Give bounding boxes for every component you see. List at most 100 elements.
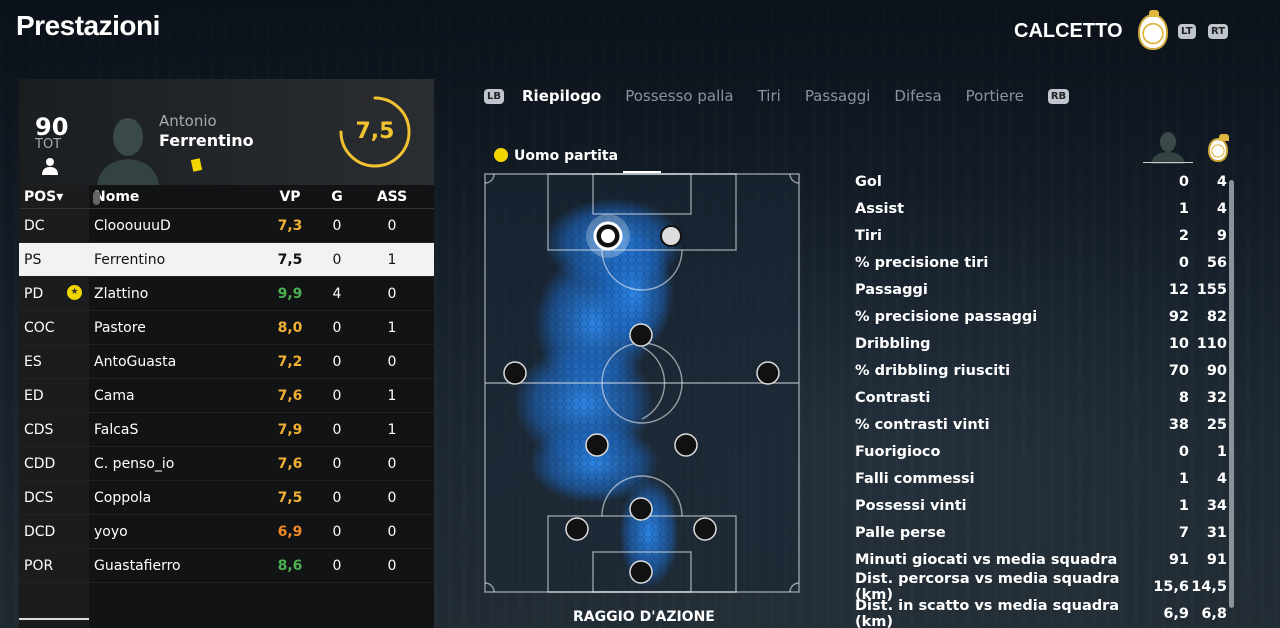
row-g: 0 bbox=[332, 455, 342, 472]
row-name-text: AntoGuasta bbox=[94, 353, 177, 370]
table-row[interactable]: PS Ferrentino 7,5 0 1 bbox=[19, 243, 434, 277]
stat-team-value: 82 bbox=[1206, 308, 1227, 325]
tab-passaggi[interactable]: Passaggi bbox=[805, 87, 871, 105]
stat-player-value: 12 bbox=[1168, 281, 1189, 298]
row-ass: 0 bbox=[387, 523, 397, 540]
row-vp: 7,6 bbox=[277, 455, 303, 472]
table-row[interactable]: CDS FalcaS 7,9 0 1 bbox=[19, 413, 434, 447]
row-ass: 0 bbox=[387, 353, 397, 370]
stat-player-value: 92 bbox=[1168, 308, 1189, 325]
table-row[interactable]: ES AntoGuasta 7,2 0 0 bbox=[19, 345, 434, 379]
stat-player-value: 0 bbox=[1178, 173, 1189, 190]
lb-button-hint[interactable]: LB bbox=[484, 88, 504, 104]
stat-label: % precisione passaggi bbox=[855, 308, 1038, 325]
row-g: 0 bbox=[332, 319, 342, 336]
stat-row: Dribbling 10 110 bbox=[855, 330, 1227, 357]
row-name-text: FalcaS bbox=[94, 421, 139, 438]
lt-button-hint[interactable]: LT bbox=[1178, 24, 1196, 39]
row-g: 0 bbox=[332, 387, 342, 404]
players-table: POS▾ Nome VP G ASS DC ClooouuuD 7,3 0 0 PS Fer… bbox=[19, 185, 434, 583]
row-vp: 7,5 bbox=[277, 251, 303, 268]
rt-button-hint[interactable]: RT bbox=[1208, 24, 1229, 39]
row-name-text: Coppola bbox=[94, 489, 152, 506]
stats-tabs: LB Riepilogo Possesso palla Tiri Passagg… bbox=[484, 87, 1070, 105]
tab-portiere[interactable]: Portiere bbox=[966, 87, 1024, 105]
stat-player-value: 0 bbox=[1178, 443, 1189, 460]
stat-team-value: 14,5 bbox=[1191, 578, 1227, 595]
player-silhouette-icon bbox=[97, 118, 159, 185]
stat-row: Assist 1 4 bbox=[855, 195, 1227, 222]
stat-row: Passaggi 12 155 bbox=[855, 276, 1227, 303]
stats-scrollbar[interactable] bbox=[1229, 180, 1234, 608]
stat-player-value: 1 bbox=[1178, 200, 1189, 217]
stat-team-value: 155 bbox=[1196, 281, 1227, 298]
row-g: 0 bbox=[332, 421, 342, 438]
stat-player-value: 0 bbox=[1178, 254, 1189, 271]
table-row[interactable]: DCD yoyo 6,9 0 0 bbox=[19, 515, 434, 549]
row-pos: POR bbox=[24, 557, 54, 574]
row-g: 0 bbox=[332, 523, 342, 540]
stat-team-value: 4 bbox=[1216, 200, 1227, 217]
name-header: Nome bbox=[94, 188, 140, 205]
table-row[interactable]: POR Guastafierro 8,6 0 0 bbox=[19, 549, 434, 583]
stat-label: Possessi vinti bbox=[855, 497, 967, 514]
stat-label: Assist bbox=[855, 200, 905, 217]
row-pos: CDD bbox=[24, 455, 56, 472]
table-row[interactable]: DC ClooouuuD 7,3 0 0 bbox=[19, 209, 434, 243]
table-row[interactable]: CDD C. penso_io 7,6 0 0 bbox=[19, 447, 434, 481]
row-name: C. penso_io bbox=[89, 456, 265, 472]
motm-label: Uomo partita bbox=[494, 148, 618, 164]
stat-player-value: 8 bbox=[1178, 389, 1189, 406]
stat-team-value: 4 bbox=[1216, 173, 1227, 190]
row-vp: 7,5 bbox=[277, 489, 303, 506]
stat-player-value: 70 bbox=[1168, 362, 1189, 379]
row-ass: 1 bbox=[387, 421, 397, 438]
stat-row: Dist. in scatto vs media squadra (km) 6,9… bbox=[855, 597, 1227, 628]
row-ass: 1 bbox=[387, 251, 397, 268]
row-pos: DC bbox=[24, 217, 45, 234]
row-name: Coppola bbox=[89, 490, 265, 506]
stat-player-value: 7 bbox=[1178, 524, 1189, 541]
player-list-panel: 90 TOT Antonio Ferrentino 7,5 POS▾ Nome … bbox=[19, 79, 434, 628]
stat-row: Fuorigioco 0 1 bbox=[855, 438, 1227, 465]
table-header: POS▾ Nome VP G ASS bbox=[19, 185, 434, 209]
page-title: Prestazioni bbox=[16, 10, 160, 41]
stat-team-value: 90 bbox=[1206, 362, 1227, 379]
player-column-icon bbox=[1151, 132, 1185, 164]
row-name: Ferrentino bbox=[89, 252, 265, 268]
table-row[interactable]: PD ★ Zlattino 9,9 4 0 bbox=[19, 277, 434, 311]
list-scrollbar[interactable] bbox=[93, 191, 100, 205]
stat-label: Contrasti bbox=[855, 389, 931, 406]
player-first-name: Antonio bbox=[159, 112, 217, 130]
stat-row: Possessi vinti 1 34 bbox=[855, 492, 1227, 519]
stat-player-value: 10 bbox=[1168, 335, 1189, 352]
yellow-card-icon bbox=[190, 158, 203, 172]
row-pos: COC bbox=[24, 319, 55, 336]
tab-possesso-palla[interactable]: Possesso palla bbox=[625, 87, 733, 105]
table-row[interactable]: DCS Coppola 7,5 0 0 bbox=[19, 481, 434, 515]
stat-team-value: 56 bbox=[1206, 254, 1227, 271]
rb-button-hint[interactable]: RB bbox=[1047, 88, 1070, 104]
row-ass: 0 bbox=[387, 489, 397, 506]
stat-player-value: 6,9 bbox=[1163, 605, 1189, 622]
pos-underline bbox=[19, 618, 89, 620]
row-pos: DCD bbox=[24, 523, 56, 540]
table-row[interactable]: ED Cama 7,6 0 1 bbox=[19, 379, 434, 413]
tab-tiri[interactable]: Tiri bbox=[758, 87, 781, 105]
row-name: FalcaS bbox=[89, 422, 265, 438]
tab-difesa[interactable]: Difesa bbox=[894, 87, 941, 105]
sort-pos-header[interactable]: POS▾ bbox=[19, 189, 89, 205]
stat-label: Dist. in scatto vs media squadra (km) bbox=[855, 597, 1120, 628]
g-header: G bbox=[331, 188, 343, 205]
tab-riepilogo[interactable]: Riepilogo bbox=[522, 87, 601, 105]
row-pos: ES bbox=[24, 353, 42, 370]
stat-player-value: 38 bbox=[1168, 416, 1189, 433]
row-name-text: Ferrentino bbox=[94, 251, 166, 268]
table-row[interactable]: COC Pastore 8,0 0 1 bbox=[19, 311, 434, 345]
stat-team-value: 9 bbox=[1216, 227, 1227, 244]
stat-label: % contrasti vinti bbox=[855, 416, 990, 433]
stat-label: Falli commessi bbox=[855, 470, 975, 487]
row-name-text: Pastore bbox=[94, 319, 146, 336]
row-name: yoyo bbox=[89, 524, 265, 540]
row-name-text: yoyo bbox=[94, 523, 128, 540]
